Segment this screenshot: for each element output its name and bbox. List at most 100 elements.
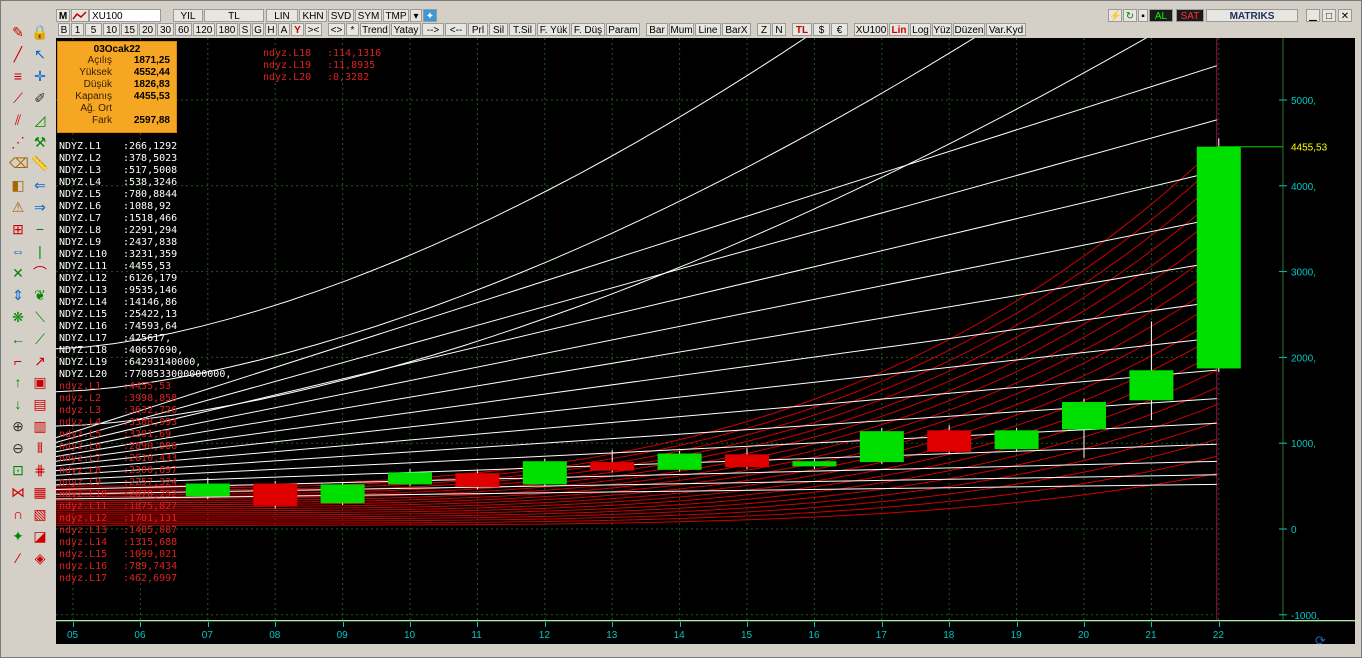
chart-box-icon[interactable]: ▣	[31, 373, 49, 391]
dropdown-arrow-icon[interactable]: ▾	[410, 9, 422, 22]
arrow-back-icon[interactable]: ←	[9, 330, 27, 348]
step-icon[interactable]: ⌐	[9, 352, 27, 370]
magnify-icon[interactable]: ⊕	[9, 417, 27, 435]
frame-icon[interactable]: ⊡	[9, 461, 27, 479]
shape-icon[interactable]: ◧	[9, 176, 27, 194]
toolbar-button-42[interactable]: Var.Kyd	[986, 23, 1026, 36]
toolbar-button-6[interactable]: 30	[157, 23, 174, 36]
matriks-menu-button[interactable]: M	[56, 9, 70, 22]
toolbar-button-21[interactable]: <--	[445, 23, 467, 36]
toolbar-button-14[interactable]: Y	[291, 23, 304, 36]
toolbar-button-32[interactable]: Z	[757, 23, 771, 36]
grid-lines-icon[interactable]: ⊞	[9, 220, 27, 238]
bell-icon[interactable]: ⚠	[9, 198, 27, 216]
period-tl-button[interactable]: TL	[204, 9, 264, 22]
toolbar-button-19[interactable]: Yatay	[391, 23, 421, 36]
leaf-icon[interactable]: ❦	[31, 286, 49, 304]
symbol-input[interactable]: XU100	[89, 9, 161, 22]
bowtie-icon[interactable]: ⋈	[9, 483, 27, 501]
toolbar-button-17[interactable]: *	[346, 23, 359, 36]
toolbar-button-30[interactable]: Line	[695, 23, 721, 36]
ruler2-icon[interactable]: ⟋	[31, 330, 49, 348]
lightning-icon[interactable]: ⚡	[1108, 9, 1122, 22]
arrow-right-icon[interactable]: ⇒	[31, 198, 49, 216]
toolbar-button-0[interactable]: B	[58, 23, 70, 36]
period-yil-button[interactable]: YIL	[173, 9, 203, 22]
table-icon[interactable]: ▦	[31, 483, 49, 501]
toolbar-button-9[interactable]: 180	[216, 23, 238, 36]
toolbar-button-33[interactable]: N	[772, 23, 786, 36]
crosshair-icon[interactable]: ✛	[31, 67, 49, 85]
lock-icon[interactable]: 🔒	[31, 23, 49, 41]
toolbar-button-12[interactable]: H	[265, 23, 277, 36]
twitter-icon[interactable]: ✦	[423, 9, 437, 22]
fibonacci-icon[interactable]: ⋰	[9, 133, 27, 151]
toolbar-button-11[interactable]: G	[252, 23, 264, 36]
hammer-icon[interactable]: ⚒	[31, 133, 49, 151]
toolbar-button-35[interactable]: $	[813, 23, 830, 36]
svd-button[interactable]: SVD	[328, 9, 354, 22]
toolbar-button-15[interactable]: ><	[305, 23, 322, 36]
magnet-icon[interactable]: ⌒	[31, 264, 49, 282]
toolbar-button-31[interactable]: BarX	[722, 23, 751, 36]
scroll-arrows-icon[interactable]: ⇅	[1333, 633, 1343, 647]
minimize-icon[interactable]: ▁	[1306, 9, 1320, 22]
toolbar-button-38[interactable]: Lin	[889, 23, 909, 36]
chart-type-icon[interactable]	[71, 9, 89, 22]
ruler-icon[interactable]: 📏	[31, 154, 49, 172]
toolbar-button-4[interactable]: 15	[121, 23, 138, 36]
channel-icon[interactable]: ⫽	[9, 111, 27, 129]
sell-button[interactable]: SAT	[1176, 9, 1204, 22]
tmp-button[interactable]: TMP	[383, 9, 409, 22]
tag-icon[interactable]: ◪	[31, 527, 49, 545]
chart-red-icon[interactable]: ▤	[31, 395, 49, 413]
khn-button[interactable]: KHN	[299, 9, 327, 22]
toolbar-button-16[interactable]: <>	[328, 23, 345, 36]
gann-icon[interactable]: ◿	[31, 111, 49, 129]
brush-icon[interactable]: ∕	[9, 549, 27, 567]
target-icon[interactable]: ◈	[31, 549, 49, 567]
buy-button[interactable]: AL	[1149, 9, 1173, 22]
toolbar-button-39[interactable]: Log	[910, 23, 931, 36]
toolbar-button-28[interactable]: Bar	[646, 23, 668, 36]
toolbar-button-34[interactable]: TL	[792, 23, 812, 36]
toolbar-button-7[interactable]: 60	[175, 23, 192, 36]
hatch-icon[interactable]: ⋕	[31, 461, 49, 479]
sym-button[interactable]: SYM	[355, 9, 382, 22]
toolbar-button-10[interactable]: S	[239, 23, 251, 36]
sync-icon[interactable]: ⟳	[1315, 633, 1326, 649]
updown-arrow-icon[interactable]: ⇕	[9, 286, 27, 304]
toolbar-button-22[interactable]: Prl	[468, 23, 488, 36]
toolbar-button-8[interactable]: 120	[193, 23, 215, 36]
chart-arrow-icon[interactable]: ↗	[31, 352, 49, 370]
toolbar-button-1[interactable]: 1	[71, 23, 84, 36]
doc-icon[interactable]: ▧	[31, 505, 49, 523]
refresh-icon[interactable]: ↻	[1123, 9, 1137, 22]
magnify2-icon[interactable]: ⊖	[9, 439, 27, 457]
fan-lines-icon[interactable]: ⟋	[9, 89, 27, 107]
minus-icon[interactable]: −	[31, 220, 49, 238]
toolbar-button-41[interactable]: Düzen	[953, 23, 985, 36]
toolbar-button-25[interactable]: F. Yük	[537, 23, 570, 36]
trend-line-icon[interactable]: ╱	[9, 45, 27, 63]
close-icon[interactable]: ✕	[1338, 9, 1352, 22]
flower-icon[interactable]: ❋	[9, 308, 27, 326]
toolbar-button-40[interactable]: Yüz	[932, 23, 952, 36]
toolbar-button-18[interactable]: Trend	[360, 23, 390, 36]
toolbar-button-20[interactable]: -->	[422, 23, 444, 36]
bars-icon[interactable]: ▥	[31, 417, 49, 435]
diagonal-icon[interactable]: ⟍	[31, 308, 49, 326]
toolbar-button-23[interactable]: Sil	[489, 23, 508, 36]
eraser-icon[interactable]: ⌫	[9, 154, 29, 172]
zoom-icon[interactable]: ✕	[9, 264, 27, 282]
toolbar-button-13[interactable]: A	[278, 23, 290, 36]
toolbar-button-2[interactable]: 5	[85, 23, 102, 36]
arrow-left-icon[interactable]: ⇐	[31, 176, 49, 194]
toolbar-button-29[interactable]: Mum	[669, 23, 694, 36]
scale-lin-button[interactable]: LIN	[266, 9, 298, 22]
cursor-arrow-icon[interactable]: ↖	[31, 45, 49, 63]
down-arrow-icon[interactable]: ↓	[9, 395, 27, 413]
pencil-icon[interactable]: ✎	[9, 23, 27, 41]
signal-icon[interactable]: ⫴	[31, 439, 49, 457]
toolbar-button-3[interactable]: 10	[103, 23, 120, 36]
